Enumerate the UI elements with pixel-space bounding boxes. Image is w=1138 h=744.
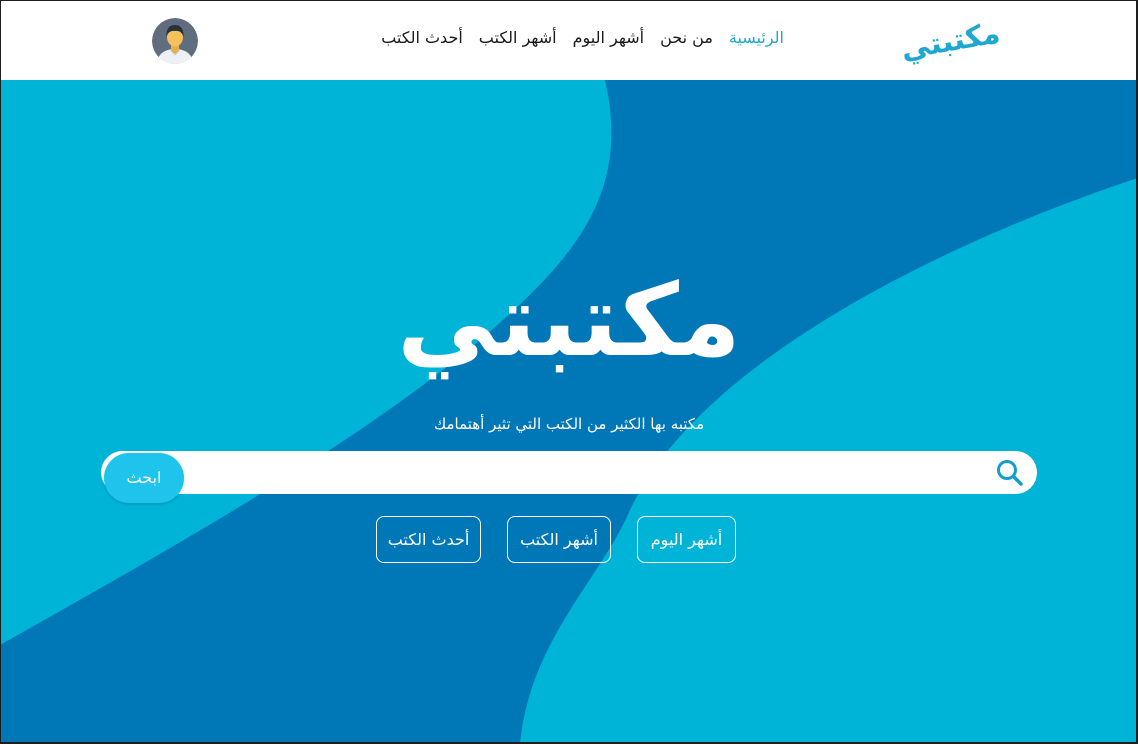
- page: مكتبتي الرئيسية من نحن أشهر اليوم أشهر ا…: [0, 0, 1138, 744]
- search-icon[interactable]: [995, 458, 1024, 487]
- hero-section: مكتبتي مكتبه بها الكثير من الكتب التي تث…: [0, 80, 1138, 744]
- quick-link-popular-books[interactable]: أشهر الكتب: [507, 516, 611, 563]
- site-logo[interactable]: مكتبتي: [898, 6, 1004, 69]
- search-input[interactable]: [197, 451, 981, 494]
- nav-link-latest-books[interactable]: أحدث الكتب: [381, 25, 463, 51]
- main-nav: الرئيسية من نحن أشهر اليوم أشهر الكتب أح…: [381, 25, 784, 51]
- quick-link-latest-books[interactable]: أحدث الكتب: [376, 516, 481, 563]
- magnifier-icon: [997, 460, 1023, 486]
- nav-link-popular-books[interactable]: أشهر الكتب: [479, 25, 557, 51]
- hero-title: مكتبتي: [397, 262, 741, 379]
- quick-links: أشهر اليوم أشهر الكتب أحدث الكتب: [376, 516, 736, 563]
- hero-background: [0, 80, 1138, 744]
- user-avatar-icon[interactable]: [152, 18, 198, 64]
- nav-link-about[interactable]: من نحن: [660, 25, 713, 51]
- top-navbar: مكتبتي الرئيسية من نحن أشهر اليوم أشهر ا…: [0, 0, 1138, 80]
- avatar-person-icon: [152, 18, 198, 64]
- search-bar: ابحث: [101, 451, 1037, 503]
- hero-subtitle: مكتبه بها الكثير من الكتب التي تثير أهتم…: [433, 415, 705, 433]
- search-button[interactable]: ابحث: [104, 453, 184, 503]
- nav-link-home[interactable]: الرئيسية: [729, 25, 784, 51]
- nav-link-popular-today[interactable]: أشهر اليوم: [573, 25, 644, 51]
- quick-link-popular-today[interactable]: أشهر اليوم: [637, 516, 736, 563]
